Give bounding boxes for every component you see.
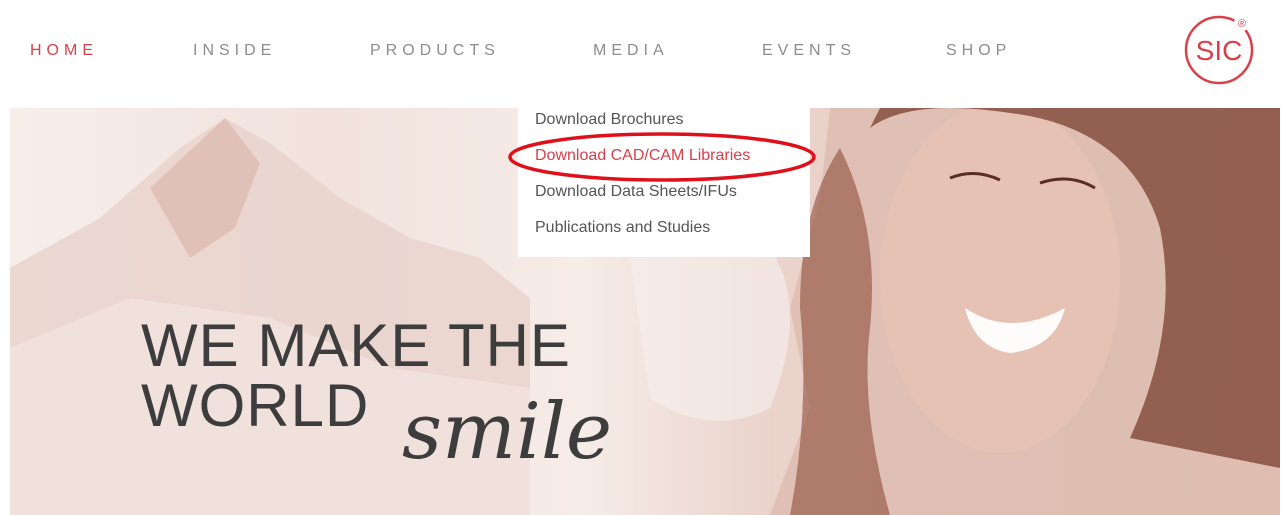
headline-line-1: WE MAKE THE <box>141 312 571 379</box>
portrait-hand-highlight <box>630 240 790 421</box>
dropdown-item-brochures[interactable]: Download Brochures <box>518 105 810 141</box>
sic-logo[interactable]: SIC ® <box>1183 13 1255 85</box>
logo-registered-mark: ® <box>1238 18 1246 30</box>
dropdown-item-publications[interactable]: Publications and Studies <box>518 213 810 249</box>
nav-item-home[interactable]: HOME <box>30 42 98 60</box>
nav-item-products[interactable]: PRODUCTS <box>370 42 500 60</box>
nav-item-shop[interactable]: SHOP <box>946 42 1011 60</box>
logo-text: SIC <box>1196 35 1243 66</box>
portrait-face <box>880 108 1120 453</box>
nav-item-inside[interactable]: INSIDE <box>193 42 276 60</box>
headline-script-word: smile <box>402 387 613 477</box>
dropdown-item-cad-cam-libraries[interactable]: Download CAD/CAM Libraries <box>518 141 810 177</box>
nav-item-events[interactable]: EVENTS <box>762 42 856 60</box>
media-dropdown-menu: Download Brochures Download CAD/CAM Libr… <box>518 102 810 257</box>
dropdown-item-data-sheets[interactable]: Download Data Sheets/IFUs <box>518 177 810 213</box>
site-header: HOME INSIDE PRODUCTS MEDIA EVENTS SHOP S… <box>0 0 1287 108</box>
nav-item-media[interactable]: MEDIA <box>593 42 669 60</box>
